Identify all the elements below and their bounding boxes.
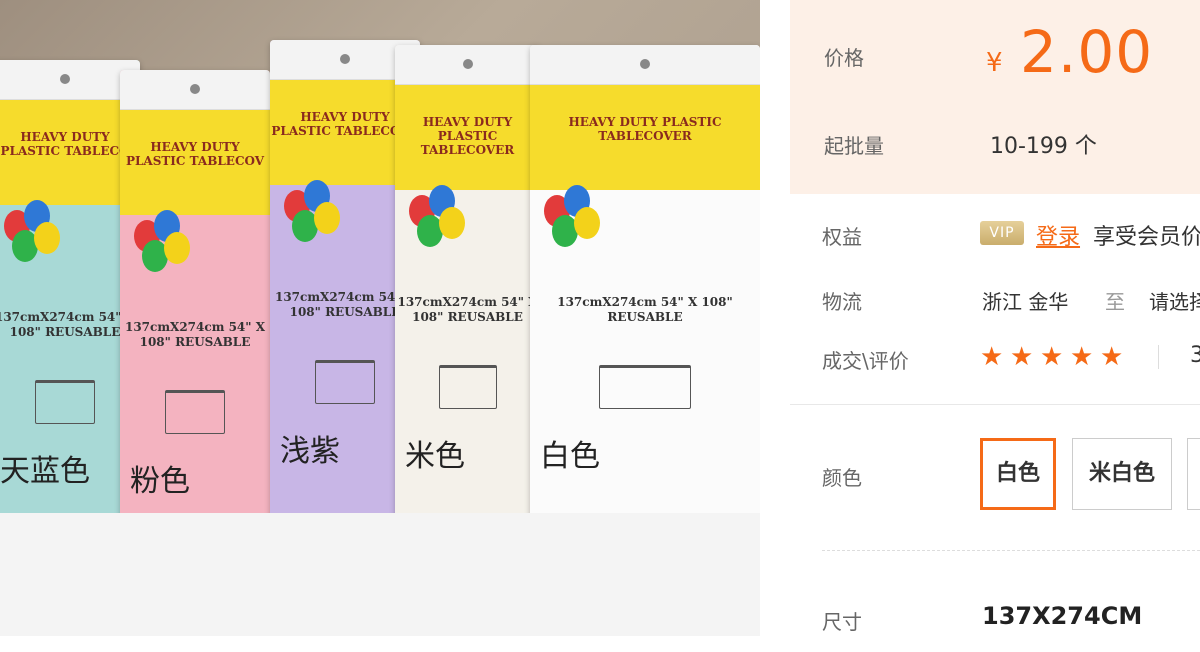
member-price-text: 享受会员价 xyxy=(1093,225,1200,250)
balloon-icon xyxy=(574,207,600,239)
pack-hanger xyxy=(395,45,540,85)
table-outline-icon xyxy=(165,390,225,434)
star-icon: ★ xyxy=(1100,342,1124,372)
table-outline-icon xyxy=(35,380,95,424)
pack-hanger xyxy=(120,70,270,110)
benefits-label: 权益 xyxy=(822,225,862,249)
moq-value: 10-199 个 xyxy=(990,134,1097,159)
pack-brand-text: HEAVY DUTY PLASTIC TABLECOVER xyxy=(568,115,722,143)
star-icon: ★ xyxy=(980,342,1004,372)
pack-color-label: 浅紫 xyxy=(280,434,340,469)
product-detail-page: HEAVY DUTY PLASTIC TABLECO 137cmX274cm 54… xyxy=(0,0,1200,652)
pack-brand-text: HEAVY DUTY PLASTIC TABLECO xyxy=(0,130,130,158)
color-option-white[interactable]: 白色 xyxy=(980,438,1056,510)
balloon-icon xyxy=(314,202,340,234)
pack-hanger xyxy=(0,60,140,100)
review-count[interactable]: 3 xyxy=(1190,343,1200,368)
pack-color-label: 白色 xyxy=(540,439,600,474)
balloon-icon xyxy=(34,222,60,254)
table-outline-icon xyxy=(315,360,375,404)
color-label: 颜色 xyxy=(822,466,862,490)
balloon-icon xyxy=(439,207,465,239)
star-icon: ★ xyxy=(1010,342,1034,372)
hang-hole-icon xyxy=(340,54,350,64)
tablecover-pack: HEAVY DUTY PLASTIC TABLECOV 137cmX274cm 5… xyxy=(120,70,270,513)
hang-hole-icon xyxy=(60,74,70,84)
hang-hole-icon xyxy=(462,59,473,69)
hang-hole-icon xyxy=(640,59,650,69)
pack-size-text: 137cmX274cm 54" X 108" REUSABLE xyxy=(397,295,538,324)
product-gallery: HEAVY DUTY PLASTIC TABLECO 137cmX274cm 54… xyxy=(0,0,760,636)
pack-size-text: 137cmX274cm 54" X 108" REUSABLE xyxy=(0,310,136,339)
dashed-divider xyxy=(822,550,1200,551)
ship-from: 浙江 金华 xyxy=(982,290,1069,314)
pack-color-label: 米色 xyxy=(405,439,465,474)
size-label: 尺寸 xyxy=(822,610,862,634)
price-value: 2.00 xyxy=(1020,18,1154,86)
pack-brand-text: HEAVY DUTY PLASTIC TABLECOVER xyxy=(420,115,515,157)
balloon-icon xyxy=(164,232,190,264)
ship-to-word: 至 xyxy=(1105,290,1125,314)
tablecover-pack: HEAVY DUTY PLASTIC TABLECOVER 137cmX274cm… xyxy=(530,45,760,513)
size-value: 137X274CM xyxy=(982,602,1143,630)
price-label: 价格 xyxy=(824,46,864,70)
vip-badge: VIP xyxy=(980,221,1024,245)
pack-color-label: 天蓝色 xyxy=(0,454,90,489)
pack-color-label: 粉色 xyxy=(130,464,190,499)
logistics-label: 物流 xyxy=(822,290,862,314)
table-outline-icon xyxy=(438,365,497,409)
reviews-separator xyxy=(1158,345,1159,369)
destination-select[interactable]: 请选择 xyxy=(1149,286,1200,315)
pack-size-text: 137cmX274cm 54" X 108" REUSABLE xyxy=(557,295,733,324)
star-icon: ★ xyxy=(1070,342,1094,372)
pack-hanger xyxy=(530,45,760,85)
reviews-label: 成交\评价 xyxy=(822,349,909,373)
hang-hole-icon xyxy=(190,84,200,94)
product-main-image[interactable]: HEAVY DUTY PLASTIC TABLECO 137cmX274cm 54… xyxy=(0,0,760,513)
section-divider xyxy=(790,404,1200,405)
tablecover-pack: HEAVY DUTY PLASTIC TABLECO 137cmX274cm 54… xyxy=(0,60,140,513)
table-outline-icon xyxy=(599,365,691,409)
color-option-off-white[interactable]: 米白色 xyxy=(1072,438,1172,510)
tablecover-pack: HEAVY DUTY PLASTIC TABLECOVER 137cmX274cm… xyxy=(395,45,540,513)
color-option-more[interactable] xyxy=(1187,438,1200,510)
login-link[interactable]: 登录 xyxy=(1036,219,1080,251)
pack-brand-text: HEAVY DUTY PLASTIC TABLECOV xyxy=(125,140,265,168)
pack-size-text: 137cmX274cm 54" X 108" REUSABLE xyxy=(124,320,266,349)
star-icon: ★ xyxy=(1040,342,1064,372)
moq-label: 起批量 xyxy=(824,134,884,158)
price-currency: ¥ xyxy=(986,48,1003,78)
